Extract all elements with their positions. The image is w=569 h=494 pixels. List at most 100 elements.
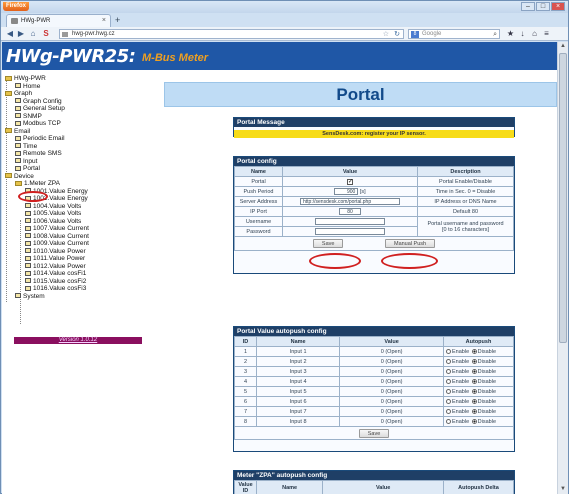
enable-radio[interactable] xyxy=(446,358,451,364)
sidebar-item[interactable]: 1014.Value cosFi1 xyxy=(25,270,86,277)
sidebar-item[interactable]: 1005.Value Volts xyxy=(25,210,81,217)
page-icon xyxy=(15,98,21,104)
sidebar-item[interactable]: Home xyxy=(15,83,40,90)
sidebar-item[interactable]: Graph Config xyxy=(15,98,62,105)
enable-radio[interactable] xyxy=(446,368,451,374)
bookmark-star-icon[interactable]: ☆ xyxy=(383,30,389,39)
password-input[interactable] xyxy=(315,228,385,235)
row-value: 0 (Open) xyxy=(339,376,444,387)
manual-push-button[interactable]: Manual Push xyxy=(384,239,436,248)
meter-table: Value ID Name Value Autopush Delta 1001E… xyxy=(234,480,514,494)
row-id: 6 xyxy=(234,396,257,407)
sidebar-item[interactable]: Portal xyxy=(15,165,40,172)
url-bar[interactable]: hwg-pwr.hwg.cz ☆ ↻ xyxy=(59,29,404,39)
forward-icon[interactable]: ▶ xyxy=(16,29,26,39)
manual-push-highlight xyxy=(381,253,438,269)
autopush-save-button[interactable]: Save xyxy=(358,428,390,438)
save-button[interactable]: Save xyxy=(312,239,344,248)
folder-icon xyxy=(5,90,12,96)
row-name: Input 8 xyxy=(255,416,341,427)
autopush-table: ID Name Value Autopush 1 Input 10 (Open) E… xyxy=(234,336,514,440)
ip-port-input[interactable]: 80 xyxy=(339,208,361,215)
page-icon xyxy=(25,270,31,276)
disable-radio[interactable] xyxy=(471,348,477,354)
sidebar-item[interactable]: 1007.Value Current xyxy=(25,225,89,232)
sidebar-item[interactable]: Email xyxy=(5,128,30,135)
tab-hwg-pwr[interactable]: HWg-PWR × xyxy=(6,14,111,27)
disable-radio[interactable] xyxy=(471,398,477,404)
enable-radio[interactable] xyxy=(446,378,451,384)
sidebar-item-label: 1015.Value cosFi2 xyxy=(33,277,87,285)
enable-label: Enable xyxy=(452,368,470,375)
sidebar-item[interactable]: SNMP xyxy=(15,113,42,120)
sidebar-item[interactable]: 1008.Value Current xyxy=(25,233,89,240)
sidebar-item[interactable]: Graph xyxy=(5,90,32,97)
disable-radio[interactable] xyxy=(471,388,477,394)
disable-radio[interactable] xyxy=(471,358,477,364)
col-value: Value xyxy=(322,480,444,494)
portal-enable-checkbox[interactable]: ✓ xyxy=(347,178,353,185)
enable-radio[interactable] xyxy=(446,388,451,394)
close-window-button[interactable]: × xyxy=(551,2,565,11)
search-icon[interactable]: ⌕ xyxy=(493,30,497,39)
sidebar-item[interactable]: General Setup xyxy=(15,105,65,112)
scroll-up-icon[interactable]: ▲ xyxy=(559,42,567,51)
enable-radio[interactable] xyxy=(446,398,451,404)
sidebar-item[interactable]: System xyxy=(15,293,45,300)
refresh-icon[interactable]: ↻ xyxy=(394,30,400,39)
sidebar-item[interactable]: 1009.Value Current xyxy=(25,240,89,247)
close-tab-icon[interactable]: × xyxy=(102,15,106,27)
sidebar-item[interactable]: Device xyxy=(5,173,34,180)
downloads-icon[interactable]: ↓ xyxy=(518,30,527,38)
sidebar-item[interactable]: 1004.Value Volts xyxy=(25,203,81,210)
version-link[interactable]: Version 1.0.12 xyxy=(14,337,142,344)
sidebar-item[interactable]: Modbus TCP xyxy=(15,120,61,127)
sidebar-item-label: Device xyxy=(14,172,34,180)
enable-radio[interactable] xyxy=(446,348,451,354)
new-tab-icon[interactable]: + xyxy=(115,16,120,25)
sidebar-item[interactable]: Periodic Email xyxy=(15,135,65,142)
page-icon xyxy=(15,105,21,111)
home-icon[interactable]: ⌂ xyxy=(28,29,38,39)
sidebar-item[interactable]: Input xyxy=(15,158,37,165)
sidebar-item[interactable]: Time xyxy=(15,143,37,150)
sidebar-item[interactable]: 1015.Value cosFi2 xyxy=(25,278,86,285)
sidebar-item[interactable]: 1012.Value Power xyxy=(25,263,86,270)
sidebar-item[interactable]: Remote SMS xyxy=(15,150,62,157)
scroll-thumb[interactable] xyxy=(559,53,567,343)
sidebar-item-label: Modbus TCP xyxy=(23,120,61,127)
home-page-icon[interactable]: ⌂ xyxy=(530,30,539,38)
scrollbar[interactable]: ▲ ▼ xyxy=(557,42,568,494)
username-input[interactable] xyxy=(315,218,385,225)
save-highlight xyxy=(309,253,361,269)
enable-radio[interactable] xyxy=(446,418,451,424)
table-row: 1 Input 10 (Open) Enable Disable xyxy=(234,346,514,357)
disable-radio[interactable] xyxy=(471,418,477,424)
server-address-input[interactable]: http://sensdesk.com/portal.php xyxy=(300,198,400,205)
enable-radio[interactable] xyxy=(446,408,451,414)
disable-radio[interactable] xyxy=(471,408,477,414)
firefox-menu-button[interactable]: Firefox xyxy=(3,2,29,11)
sidebar-item[interactable]: 1016.Value cosFi3 xyxy=(25,285,86,292)
sidebar-item[interactable]: 1006.Value Volts xyxy=(25,218,81,225)
bookmarks-icon[interactable]: ★ xyxy=(506,30,515,38)
scroll-down-icon[interactable]: ▼ xyxy=(559,485,567,494)
portal-message-title: Portal Message xyxy=(234,118,514,127)
disable-radio[interactable] xyxy=(471,378,477,384)
push-period-input[interactable]: 900 xyxy=(334,188,359,195)
disable-radio[interactable] xyxy=(471,368,477,374)
portal-config-table: Name Value Description Portal ✓ Portal E… xyxy=(234,166,514,251)
menu-icon[interactable]: ≡ xyxy=(542,30,551,38)
minimize-button[interactable]: – xyxy=(521,2,535,11)
back-icon[interactable]: ◀ xyxy=(5,29,15,39)
sidebar-item[interactable]: 1011.Value Power xyxy=(25,255,85,262)
search-engine-icon[interactable]: 8 xyxy=(411,31,419,38)
search-input[interactable]: 8 Google ⌕ xyxy=(408,29,500,39)
sidebar-item[interactable]: 1.Meter ZPA xyxy=(15,180,60,187)
sidebar-item[interactable]: 1010.Value Power xyxy=(25,248,86,255)
addon-icon[interactable]: S xyxy=(41,29,51,39)
sidebar-item-label: 1008.Value Current xyxy=(33,232,89,240)
maximize-button[interactable]: □ xyxy=(536,2,550,11)
sidebar-item[interactable]: HWg-PWR xyxy=(5,75,46,82)
sidebar-item-label: 1.Meter ZPA xyxy=(24,180,61,187)
